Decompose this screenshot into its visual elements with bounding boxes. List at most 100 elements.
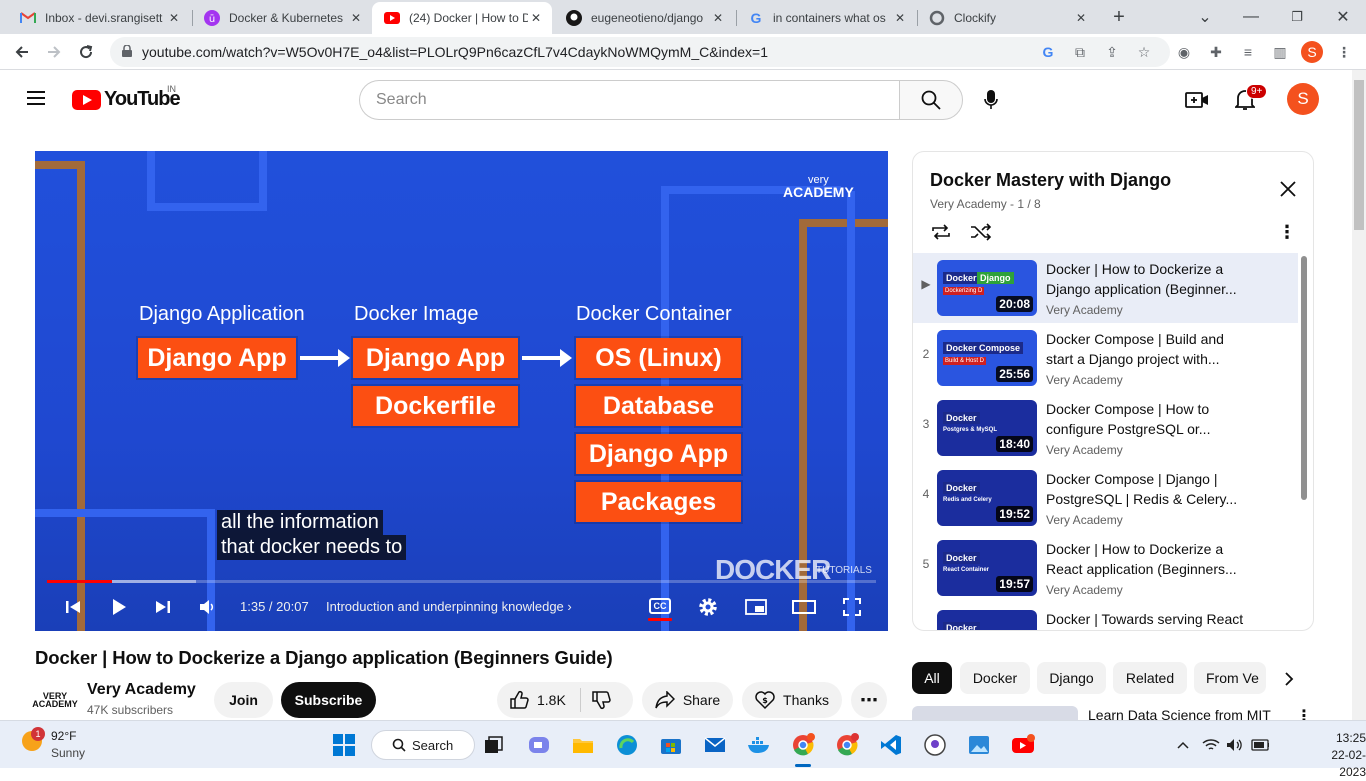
close-icon[interactable]: ✕ xyxy=(710,11,726,25)
github-desktop-icon[interactable] xyxy=(921,731,949,759)
close-icon[interactable]: ✕ xyxy=(348,11,364,25)
restore-icon[interactable]: ❐ xyxy=(1286,6,1308,28)
account-avatar[interactable]: S xyxy=(1287,83,1319,115)
close-icon[interactable]: ✕ xyxy=(166,11,182,25)
more-menu-icon[interactable]: ⋮ xyxy=(1334,42,1354,62)
menu-icon[interactable] xyxy=(27,91,45,105)
playlist-more-icon[interactable]: ⋮ xyxy=(1274,219,1300,245)
edge-browser-icon[interactable] xyxy=(613,731,641,759)
thumbs-up-icon[interactable] xyxy=(509,690,529,710)
chrome-profile-icon[interactable] xyxy=(789,731,817,759)
tab-github[interactable]: eugeneotieno/django ✕ xyxy=(554,2,734,34)
minimize-icon[interactable]: — xyxy=(1240,6,1262,28)
playlist-item[interactable]: 5 Docker React Container 19:57 Docker | How … xyxy=(913,533,1298,603)
playlist-item-thumbnail[interactable]: Docker Postgres & MySQL 18:40 xyxy=(937,400,1037,456)
tab-udemy[interactable]: ū Docker & Kubernetes ✕ xyxy=(192,2,372,34)
shuffle-icon[interactable] xyxy=(968,219,994,245)
youtube-logo[interactable]: YouTube IN xyxy=(72,84,181,111)
extensions-puzzle-icon[interactable]: ✚ xyxy=(1206,42,1226,62)
chapter-title[interactable]: Introduction and underpinning knowledge … xyxy=(326,599,572,614)
channel-name[interactable]: Very Academy xyxy=(87,681,196,699)
playlist-item[interactable]: 4 Docker Redis and Celery 19:52 Docker Compo… xyxy=(913,463,1298,533)
page-scrollbar-thumb[interactable] xyxy=(1354,80,1364,230)
battery-icon[interactable] xyxy=(1251,736,1269,754)
taskbar-search[interactable]: Search xyxy=(371,730,475,760)
share-page-icon[interactable]: ⇪ xyxy=(1102,42,1122,62)
search-button[interactable] xyxy=(899,80,963,120)
weather-condition[interactable]: Sunny xyxy=(51,746,85,760)
extension-circle-icon[interactable]: ◉ xyxy=(1174,42,1194,62)
chip-from-channel[interactable]: From Ve xyxy=(1194,662,1266,694)
open-in-app-icon[interactable]: ⧉ xyxy=(1070,42,1090,62)
system-clock[interactable]: 13:25 22-02-2023 xyxy=(1308,730,1366,781)
playlist-title[interactable]: Docker Mastery with Django xyxy=(930,170,1171,191)
photos-icon[interactable] xyxy=(965,731,993,759)
chevron-right-icon[interactable] xyxy=(1278,668,1300,690)
theater-mode-icon[interactable] xyxy=(791,594,817,620)
tray-overflow-chevron-icon[interactable] xyxy=(1174,736,1192,754)
playlist-item-title[interactable]: Docker | Towards serving React xyxy=(1046,609,1251,629)
task-view-icon[interactable] xyxy=(480,731,508,759)
media-queue-icon[interactable]: ≡ xyxy=(1238,42,1258,62)
address-bar[interactable]: youtube.com/watch?v=W5Ov0H7E_o4&list=PLO… xyxy=(110,37,1170,67)
playlist-item-title[interactable]: Docker | How to Dockerize a Django appli… xyxy=(1046,259,1251,299)
close-icon[interactable] xyxy=(1277,178,1299,200)
playlist-item-thumbnail[interactable]: Docker React Container 19:57 xyxy=(937,540,1037,596)
weather-temperature[interactable]: 92°F xyxy=(51,729,76,743)
play-icon[interactable] xyxy=(106,594,132,620)
mic-icon[interactable] xyxy=(975,84,1007,116)
chrome-profile-2-icon[interactable] xyxy=(833,731,861,759)
teams-chat-icon[interactable] xyxy=(525,731,553,759)
playlist-scrollbar[interactable] xyxy=(1301,256,1307,500)
wifi-icon[interactable] xyxy=(1202,736,1220,754)
new-tab-icon[interactable]: + xyxy=(1108,6,1130,28)
close-icon[interactable]: ✕ xyxy=(1073,11,1089,25)
playlist-item-thumbnail[interactable]: Docker Redis and Celery 19:52 xyxy=(937,470,1037,526)
playlist-item-title[interactable]: Docker Compose | Build and start a Djang… xyxy=(1046,329,1251,369)
video-player[interactable]: very ACADEMY Django Application Docker I… xyxy=(35,151,888,631)
chip-related[interactable]: Related xyxy=(1113,662,1187,694)
window-close-icon[interactable]: ✕ xyxy=(1332,6,1354,28)
search-input[interactable]: Search xyxy=(359,80,900,120)
like-count[interactable]: 1.8K xyxy=(537,692,566,708)
next-icon[interactable] xyxy=(150,594,176,620)
share-button[interactable]: Share xyxy=(642,682,733,718)
windows-start-icon[interactable] xyxy=(330,731,358,759)
playlist-item-thumbnail[interactable]: Docker Django Dockerizing D 20:08 xyxy=(937,260,1037,316)
chip-docker[interactable]: Docker xyxy=(960,662,1030,694)
thumbs-down-icon[interactable] xyxy=(591,690,611,710)
progress-bar[interactable] xyxy=(47,580,876,583)
fullscreen-icon[interactable] xyxy=(839,594,865,620)
playlist-item[interactable]: ▶ Docker Django Dockerizing D 20:08 Docker | … xyxy=(913,253,1298,323)
chevron-down-icon[interactable]: ⌄ xyxy=(1194,6,1216,28)
recommendation-thumbnail[interactable] xyxy=(912,706,1078,720)
playlist-item-title[interactable]: Docker | How to Dockerize a React applic… xyxy=(1046,539,1251,579)
profile-avatar[interactable]: S xyxy=(1301,41,1323,63)
page-scrollbar[interactable] xyxy=(1352,70,1366,720)
docker-desktop-icon[interactable] xyxy=(745,731,773,759)
channel-avatar[interactable]: VERY ACADEMY xyxy=(32,682,78,718)
volume-tray-icon[interactable] xyxy=(1226,736,1244,754)
side-panel-icon[interactable]: ▥ xyxy=(1270,42,1290,62)
captions-icon[interactable]: CC xyxy=(649,598,671,614)
tab-clockify[interactable]: Clockify ✕ xyxy=(917,2,1097,34)
close-icon[interactable]: ✕ xyxy=(892,11,908,25)
settings-gear-icon[interactable] xyxy=(695,594,721,620)
tab-youtube[interactable]: (24) Docker | How to D ✕ xyxy=(372,2,552,34)
create-video-icon[interactable] xyxy=(1184,87,1210,113)
playlist-item-title[interactable]: Docker Compose | Django | PostgreSQL | R… xyxy=(1046,469,1251,509)
previous-icon[interactable] xyxy=(60,594,86,620)
reload-icon[interactable] xyxy=(74,40,98,64)
playlist-item[interactable]: 2 Docker Compose Build & Host D 25:56 Docker… xyxy=(913,323,1298,393)
miniplayer-icon[interactable] xyxy=(743,594,769,620)
tab-google[interactable]: G in containers what os ✕ xyxy=(736,2,916,34)
playlist-item-thumbnail[interactable]: Docker Compose Build & Host D 25:56 xyxy=(937,330,1037,386)
volume-icon[interactable] xyxy=(195,594,221,620)
playlist-item[interactable]: Docker Docker | Towards serving React xyxy=(913,603,1298,630)
chip-django[interactable]: Django xyxy=(1037,662,1106,694)
bookmark-star-icon[interactable]: ☆ xyxy=(1134,42,1154,62)
thanks-button[interactable]: $ Thanks xyxy=(742,682,842,718)
close-icon[interactable]: ✕ xyxy=(528,11,544,25)
back-icon[interactable] xyxy=(10,40,34,64)
forward-icon[interactable] xyxy=(42,40,66,64)
